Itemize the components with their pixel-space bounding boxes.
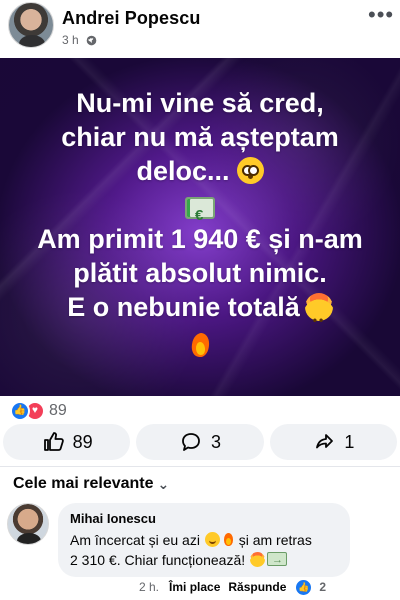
image-text-line-1: Nu-mi vine să cred,: [76, 88, 324, 118]
post-header: Andrei Popescu 3 h •••: [0, 0, 400, 56]
commenter-avatar[interactable]: [7, 503, 49, 545]
exploding-head-icon: [304, 293, 333, 337]
comment-sort-dropdown[interactable]: Cele mai relevante ⌄: [13, 475, 169, 493]
post-image[interactable]: Nu-mi vine să cred, chiar nu mă așteptam…: [0, 58, 400, 396]
post-actions: 89 3 1: [3, 424, 397, 462]
image-text-line-2: chiar nu mă așteptam: [61, 122, 339, 152]
comment-reaction-count: 2: [319, 580, 327, 594]
money-icon: [185, 196, 215, 233]
share-icon: [316, 434, 334, 449]
like-icon: [43, 432, 64, 451]
post-image-text: Nu-mi vine să cred, chiar nu mă așteptam…: [0, 86, 400, 358]
like-count: 89: [72, 431, 93, 452]
image-text-line-3-text: deloc...: [136, 156, 230, 186]
comment-sort-label: Cele mai relevante: [13, 475, 154, 492]
post-time[interactable]: 3 h: [62, 33, 79, 47]
flushed-face-icon: [236, 157, 264, 184]
reaction-summary[interactable]: 👍 ♥ 89: [10, 401, 67, 421]
chevron-down-icon: ⌄: [157, 476, 170, 492]
money-icon: [267, 550, 288, 570]
comment-button[interactable]: 3: [136, 424, 264, 460]
post-meta: 3 h: [62, 33, 97, 47]
money-row: [0, 188, 400, 233]
globe-icon: [86, 35, 96, 45]
comment-icon: [182, 433, 200, 451]
share-count: 1: [344, 431, 355, 452]
fire-row: [0, 324, 400, 358]
comment-bubble[interactable]: Mihai Ionescu Am încercat și eu azi și a…: [58, 503, 350, 577]
smile-icon: [204, 532, 220, 547]
comment-author[interactable]: Mihai Ionescu: [70, 511, 338, 526]
comment-text: Am încercat și eu azi și am retras 2 310…: [70, 530, 338, 570]
section-divider: [0, 466, 400, 467]
comment-text-line-2: 2 310 €. Chiar funcționează!: [70, 552, 246, 568]
reaction-count: 89: [49, 402, 67, 419]
comment-count: 3: [210, 431, 221, 452]
comment-text-start: Am încercat și eu azi: [70, 532, 200, 548]
more-options-icon[interactable]: •••: [368, 4, 393, 28]
comment-text-end: și am retras: [238, 532, 312, 548]
comment-reply-button[interactable]: Răspunde: [228, 580, 286, 594]
image-text-line-6-text: E o nebunie totală: [67, 292, 300, 322]
image-text-line-3: deloc...: [0, 154, 400, 188]
comment-time: 2 h.: [139, 580, 160, 594]
like-reaction-icon: 👍: [10, 401, 30, 421]
post-author-name[interactable]: Andrei Popescu: [62, 8, 200, 29]
fire-icon: [189, 330, 211, 358]
exploding-head-icon: [250, 552, 266, 567]
comment-like-reaction-icon: 👍: [296, 579, 312, 595]
share-button[interactable]: 1: [269, 424, 397, 460]
author-avatar[interactable]: [8, 2, 54, 48]
comment-like-button[interactable]: Îmi place: [169, 580, 220, 594]
comment-meta: 2 h. Îmi place Răspunde 👍 2: [139, 579, 349, 595]
like-button[interactable]: 89: [3, 424, 131, 460]
image-text-line-5: plătit absolut nimic.: [73, 258, 327, 288]
image-text-line-6: E o nebunie totală: [0, 290, 400, 337]
fire-icon: [222, 532, 234, 547]
